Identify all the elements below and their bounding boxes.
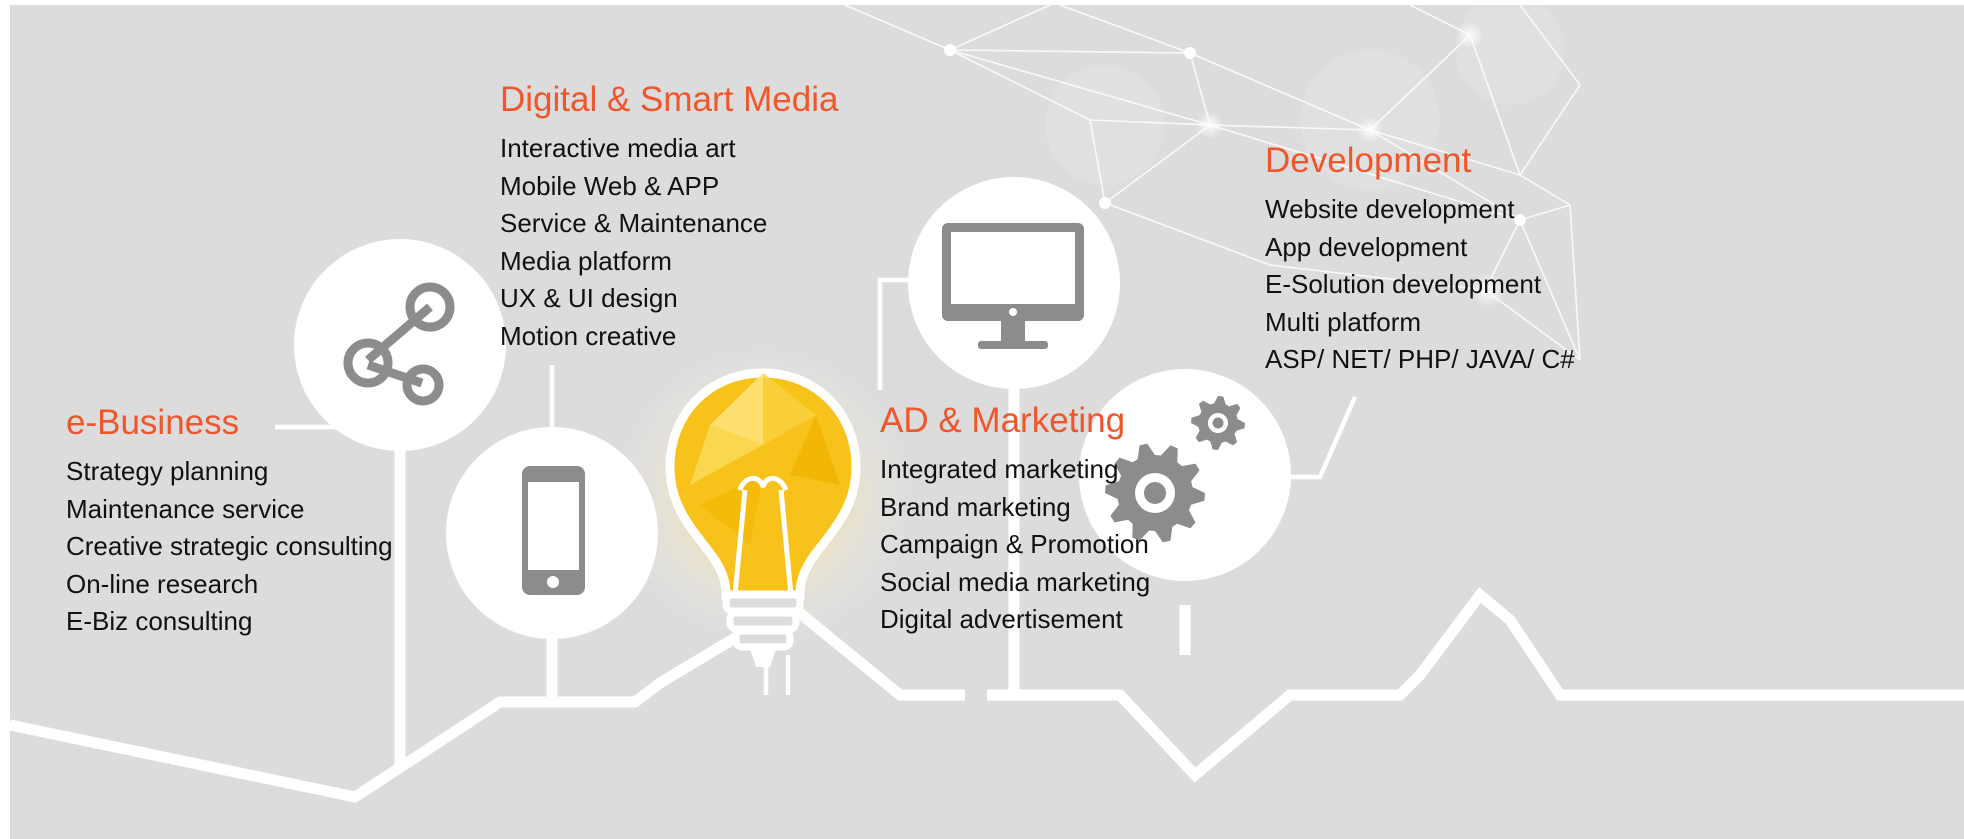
list-item: E-Solution development: [1265, 269, 1542, 300]
list-item: E-Biz consulting: [66, 606, 253, 637]
list-item: Digital advertisement: [880, 604, 1123, 635]
section-list: Website development App development E-Solu…: [1265, 191, 1575, 379]
section-list: Strategy planning Maintenance service Crea…: [66, 453, 393, 641]
list-item: Brand marketing: [880, 491, 1071, 522]
section-ebusiness: e-Business Strategy planning Maintenance …: [66, 403, 393, 641]
list-item: Strategy planning: [66, 456, 269, 486]
list-item: ASP/ NET/ PHP/ JAVA/ C#: [1265, 344, 1575, 375]
list-item: Social media marketing: [880, 566, 1151, 597]
section-ad-marketing: AD & Marketing Integrated marketing Brand…: [880, 401, 1150, 639]
section-title: e-Business: [66, 403, 240, 442]
list-item: Integrated marketing: [880, 454, 1119, 484]
list-item: App development: [1265, 231, 1468, 262]
list-item: Mobile Web & APP: [500, 170, 720, 201]
section-title: Digital & Smart Media: [500, 80, 839, 119]
list-item: On-line research: [66, 568, 259, 599]
monitor-node: [908, 177, 1120, 389]
section-title: AD & Marketing: [880, 401, 1126, 440]
section-list: Interactive media art Mobile Web & APP Ser…: [500, 130, 838, 356]
list-item: Motion creative: [500, 320, 677, 351]
list-item: Multi platform: [1265, 306, 1422, 337]
list-item: Campaign & Promotion: [880, 529, 1149, 560]
smartphone-icon: [522, 466, 585, 595]
smartphone-node: [446, 427, 658, 639]
section-digital-smart-media: Digital & Smart Media Interactive media …: [500, 80, 838, 356]
list-item: Interactive media art: [500, 133, 736, 163]
section-development: Development Website development App devel…: [1265, 141, 1575, 379]
list-item: Maintenance service: [66, 493, 305, 524]
section-title: Development: [1265, 141, 1472, 180]
list-item: Media platform: [500, 245, 672, 276]
list-item: Service & Maintenance: [500, 208, 768, 239]
infographic-canvas: e-Business Strategy planning Maintenance …: [10, 5, 1964, 839]
list-item: Website development: [1265, 194, 1515, 224]
list-item: UX & UI design: [500, 283, 678, 314]
list-item: Creative strategic consulting: [66, 531, 393, 562]
section-list: Integrated marketing Brand marketing Campa…: [880, 451, 1150, 639]
